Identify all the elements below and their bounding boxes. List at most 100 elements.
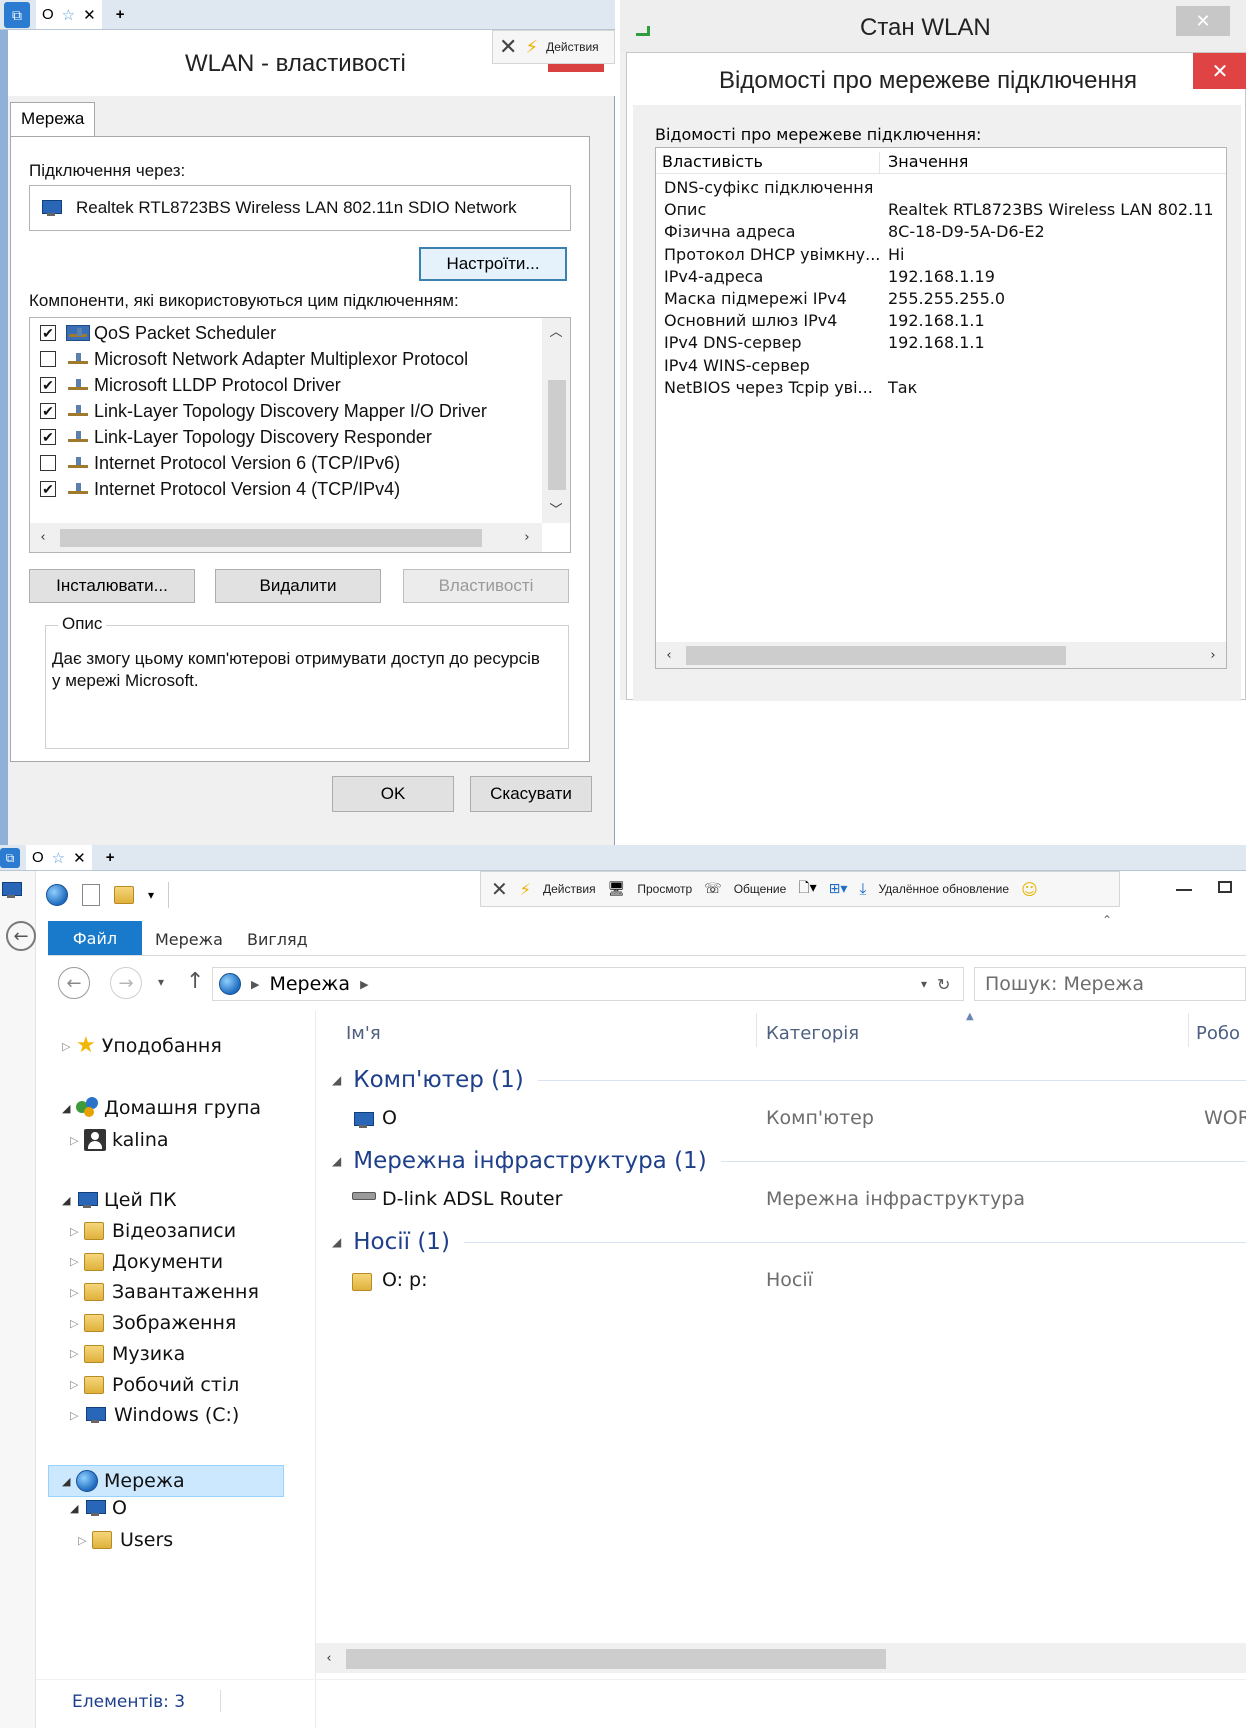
scroll-down-arrow[interactable]: ﹀ <box>542 496 570 520</box>
details-close-button[interactable]: ✕ <box>1193 53 1246 89</box>
detail-property[interactable]: Фізична адреса <box>664 222 795 246</box>
components-hscroll[interactable]: ‹ › <box>30 523 542 552</box>
nav-network[interactable]: ◢ Мережа <box>48 1465 284 1497</box>
components-vscroll[interactable]: ︿ ﹀ <box>542 318 570 523</box>
remote-session-tab-2[interactable]: O ☆ ✕ <box>26 845 92 870</box>
ok-button[interactable]: OK <box>332 776 454 812</box>
status-close-button[interactable]: ✕ <box>1176 6 1230 36</box>
component-item[interactable]: ✔ Internet Protocol Version 4 (TCP/IPv4) <box>40 476 400 502</box>
nav-this-pc-item[interactable]: ▷ Робочий стіл <box>70 1374 239 1396</box>
network-item-name[interactable]: O: p: <box>382 1269 428 1291</box>
smiley-icon[interactable]: ☺ <box>1021 880 1038 899</box>
actions-menu[interactable]: Действия <box>546 40 599 54</box>
collapse-icon[interactable]: ◢ <box>332 1154 341 1168</box>
details-hscroll[interactable]: ‹ › <box>656 642 1226 668</box>
component-checkbox[interactable] <box>40 455 56 471</box>
detail-property[interactable]: IPv4 WINS-сервер <box>664 356 810 380</box>
column-value[interactable]: Значення <box>888 152 968 171</box>
component-item[interactable]: Internet Protocol Version 6 (TCP/IPv6) <box>40 450 400 476</box>
group-header[interactable]: ◢ Мережна інфраструктура (1) <box>332 1148 1246 1174</box>
collapse-icon[interactable]: ◢ <box>332 1235 341 1249</box>
nav-network-computer[interactable]: ◢ O <box>70 1497 127 1519</box>
close-remote-icon[interactable]: ✕ <box>499 35 517 60</box>
up-button[interactable]: ↑ <box>186 969 204 994</box>
minimize-button[interactable] <box>1176 889 1192 891</box>
scroll-right-arrow[interactable]: › <box>514 523 540 552</box>
detail-property[interactable]: DNS-суфікс підключення <box>664 178 873 202</box>
detail-property[interactable]: Опис <box>664 200 706 224</box>
group-header[interactable]: ◢ Комп'ютер (1) <box>332 1067 1246 1093</box>
detail-property[interactable]: IPv4 DNS-сервер <box>664 333 802 357</box>
hscroll-thumb[interactable] <box>60 529 482 547</box>
search-box[interactable]: Пошук: Мережа <box>974 967 1246 1001</box>
detail-property[interactable]: NetBIOS через Tcpip увi... <box>664 378 873 402</box>
nav-homegroup-user[interactable]: ▷ kalina <box>70 1129 169 1151</box>
remote-session-tab[interactable]: O ☆ ✕ <box>36 0 102 29</box>
install-button[interactable]: Інсталювати... <box>29 569 195 603</box>
column-category[interactable]: Категорія <box>766 1023 859 1044</box>
content-scroll-left[interactable]: ‹ <box>316 1643 342 1673</box>
dialog-close-button[interactable] <box>548 64 604 72</box>
close-session-icon[interactable]: ✕ <box>83 6 96 24</box>
communication-menu[interactable]: Общение <box>734 882 787 896</box>
back-button[interactable]: ← <box>58 967 90 999</box>
properties-qa-icon[interactable] <box>82 884 100 906</box>
scroll-thumb[interactable] <box>548 380 566 490</box>
remote-update-menu[interactable]: Удалённое обновление <box>878 882 1009 896</box>
details-scroll-left[interactable]: ‹ <box>656 642 682 668</box>
tab-view[interactable]: Вигляд <box>247 930 308 949</box>
component-checkbox[interactable]: ✔ <box>40 429 56 445</box>
nav-network-share[interactable]: ▷ Users <box>78 1529 173 1551</box>
favorite-star-icon[interactable]: ☆ <box>62 6 75 24</box>
detail-property[interactable]: Протокол DHCP увімкну... <box>664 245 880 269</box>
column-property[interactable]: Властивість <box>662 152 880 174</box>
details-scroll-right[interactable]: › <box>1200 642 1226 668</box>
detail-property[interactable]: IPv4-адреса <box>664 267 763 291</box>
nav-this-pc-item[interactable]: ▷ Завантаження <box>70 1281 259 1303</box>
file-transfer-icon[interactable]: 🗋▾ <box>798 877 816 901</box>
ribbon-collapse-icon[interactable]: ⌃ <box>1102 913 1112 927</box>
component-checkbox[interactable]: ✔ <box>40 403 56 419</box>
detail-property[interactable]: Маска підмережі IPv4 <box>664 289 847 313</box>
component-checkbox[interactable]: ✔ <box>40 325 56 341</box>
details-hscroll-thumb[interactable] <box>686 646 1066 665</box>
refresh-icon[interactable]: ↻ <box>937 975 963 994</box>
recent-locations-icon[interactable]: ▾ <box>158 975 164 989</box>
close-session-icon-2[interactable]: ✕ <box>73 849 86 867</box>
remote-close-icon[interactable]: ✕ <box>491 877 508 901</box>
component-checkbox[interactable] <box>40 351 56 367</box>
detail-value[interactable]: Realtek RTL8723BS Wireless LAN 802.11 <box>888 200 1214 224</box>
component-item[interactable]: ✔ Link-Layer Topology Discovery Responder <box>40 424 432 450</box>
component-item[interactable]: ✔ Link-Layer Topology Discovery Mapper I/… <box>40 398 487 424</box>
content-hscroll-thumb[interactable] <box>346 1649 886 1669</box>
nav-this-pc[interactable]: ◢ Цей ПК <box>62 1189 177 1211</box>
scroll-left-arrow[interactable]: ‹ <box>30 523 56 552</box>
detail-value[interactable]: 8C-18-D9-5A-D6-E2 <box>888 222 1045 246</box>
collapse-icon[interactable]: ◢ <box>332 1073 341 1087</box>
address-dropdown-icon[interactable]: ▾ <box>921 977 927 991</box>
scroll-up-arrow[interactable]: ︿ <box>542 318 570 342</box>
component-checkbox[interactable]: ✔ <box>40 377 56 393</box>
view-menu[interactable]: Просмотр <box>637 882 692 896</box>
outer-back-icon[interactable]: ← <box>6 921 36 951</box>
content-hscroll[interactable]: ‹ <box>316 1643 1246 1673</box>
component-item[interactable]: ✔ Microsoft LLDP Protocol Driver <box>40 372 341 398</box>
remote-app-icon-2[interactable]: ⧉ <box>0 847 20 868</box>
actions-menu-2[interactable]: Действия <box>543 882 596 896</box>
nav-favorites[interactable]: ▷ ★ Уподобання <box>62 1035 222 1058</box>
remove-button[interactable]: Видалити <box>215 569 381 603</box>
nav-this-pc-item[interactable]: ▷ Музика <box>70 1343 185 1365</box>
detail-value[interactable]: 192.168.1.1 <box>888 311 985 335</box>
detail-value[interactable]: 192.168.1.1 <box>888 333 985 357</box>
nav-homegroup[interactable]: ◢ Домашня група <box>62 1097 261 1119</box>
nav-this-pc-item[interactable]: ▷ Windows (C:) <box>70 1404 239 1426</box>
remote-app-icon[interactable]: ⧉ <box>4 1 30 28</box>
new-folder-qa-icon[interactable] <box>114 886 134 904</box>
forward-button[interactable]: → <box>110 967 142 999</box>
nav-this-pc-item[interactable]: ▷ Відеозаписи <box>70 1220 236 1242</box>
nav-this-pc-item[interactable]: ▷ Зображення <box>70 1312 236 1334</box>
column-workgroup[interactable]: Робо <box>1196 1023 1240 1044</box>
maximize-button[interactable] <box>1218 881 1232 893</box>
network-item-name[interactable]: D-link ADSL Router <box>382 1188 562 1210</box>
favorite-star-icon-2[interactable]: ☆ <box>52 849 65 867</box>
